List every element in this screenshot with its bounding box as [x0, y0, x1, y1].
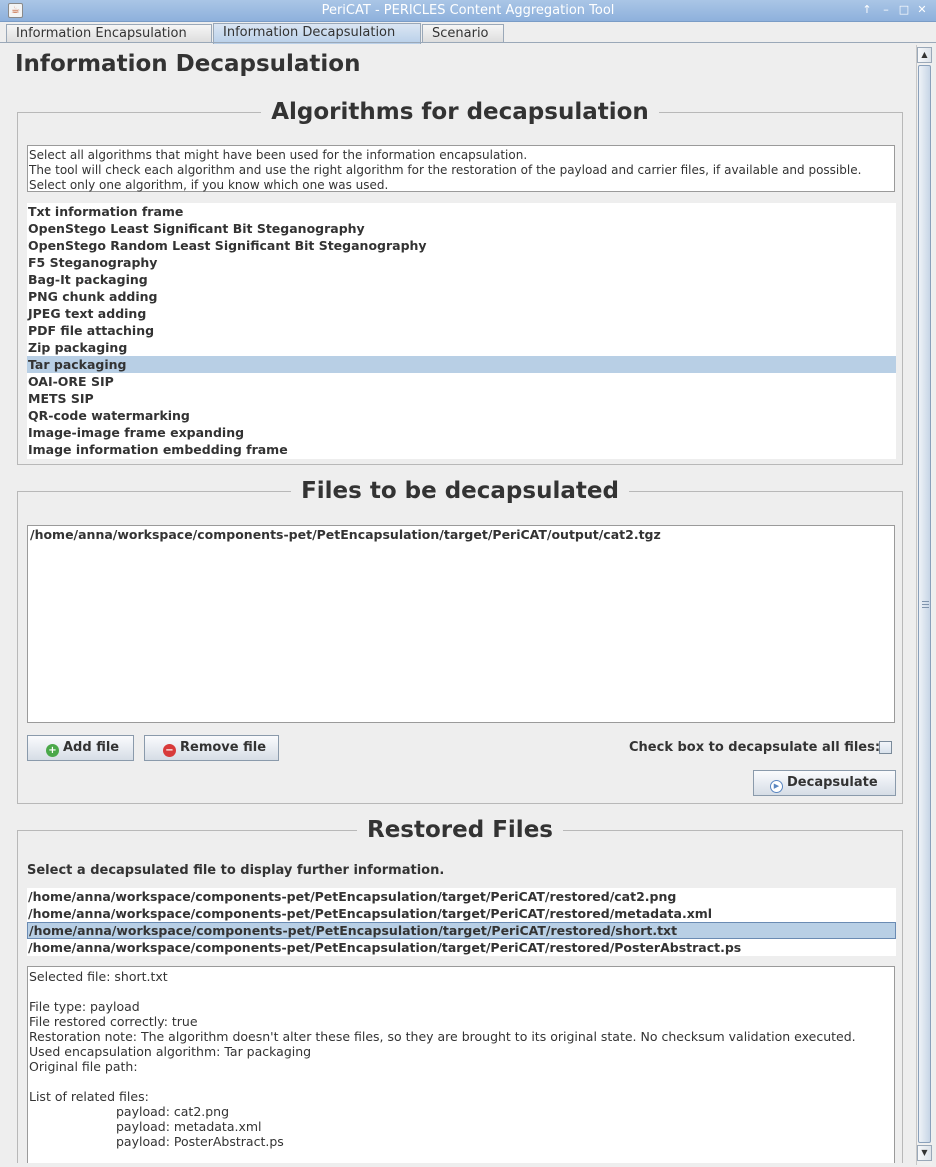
algorithm-item-mets[interactable]: METS SIP	[27, 390, 896, 407]
grip-line	[922, 604, 929, 605]
restored-file-item[interactable]: /home/anna/workspace/components-pet/PetE…	[27, 939, 896, 956]
restored-file-item-selected[interactable]: /home/anna/workspace/components-pet/PetE…	[27, 922, 896, 939]
detail-related-file: payload: metadata.xml	[116, 1119, 262, 1134]
algorithm-item-oai-ore[interactable]: OAI-ORE SIP	[27, 373, 896, 390]
instruction-line: Select all algorithms that might have be…	[29, 148, 528, 162]
detail-selected-file: Selected file: short.txt	[29, 969, 168, 984]
detail-file-type: File type: payload	[29, 999, 140, 1014]
algorithm-item-tar[interactable]: Tar packaging	[27, 356, 896, 373]
detail-related-file: payload: cat2.png	[116, 1104, 230, 1119]
algorithms-list[interactable]: Txt information frame OpenStego Least Si…	[27, 203, 896, 459]
add-file-label: Add file	[63, 740, 120, 755]
grip-line	[922, 601, 929, 602]
detail-restoration-note: Restoration note: The algorithm doesn't …	[29, 1029, 856, 1044]
detail-related-file: payload: PosterAbstract.ps	[116, 1134, 284, 1149]
decapsulate-button[interactable]: ▶ Decapsulate	[753, 770, 896, 796]
decapsulate-all-checkbox[interactable]	[879, 741, 892, 754]
maximize-icon[interactable]: □	[897, 3, 911, 17]
algorithm-item-openstego-lsb[interactable]: OpenStego Least Significant Bit Steganog…	[27, 220, 896, 237]
minus-circle-icon: −	[163, 744, 176, 757]
files-list[interactable]: /home/anna/workspace/components-pet/PetE…	[27, 525, 895, 723]
play-circle-icon: ▶	[770, 780, 783, 793]
algorithm-item-image-frame-expanding[interactable]: Image-image frame expanding	[27, 424, 896, 441]
tab-information-encapsulation[interactable]: Information Encapsulation	[6, 24, 212, 43]
restored-panel: Restored Files Select a decapsulated fil…	[17, 817, 903, 1163]
restored-title: Restored Files	[18, 817, 902, 843]
detail-algorithm: Used encapsulation algorithm: Tar packag…	[29, 1044, 312, 1059]
detail-original-path: Original file path:	[29, 1059, 138, 1074]
algorithms-panel: Algorithms for decapsulation Select all …	[17, 99, 903, 465]
plus-circle-icon: +	[46, 744, 59, 757]
window-titlebar[interactable]: ☕ PeriCAT - PERICLES Content Aggregation…	[0, 0, 936, 22]
detail-blank	[29, 1074, 893, 1089]
algorithm-item-zip[interactable]: Zip packaging	[27, 339, 896, 356]
add-file-button[interactable]: + Add file	[27, 735, 134, 761]
algorithm-item-png-chunk[interactable]: PNG chunk adding	[27, 288, 896, 305]
detail-related-header: List of related files:	[29, 1089, 149, 1104]
files-title: Files to be decapsulated	[18, 478, 902, 504]
algorithm-item-qr-watermark[interactable]: QR-code watermarking	[27, 407, 896, 424]
instruction-line: Select only one algorithm, if you know w…	[29, 178, 389, 192]
algorithm-item-jpeg-text[interactable]: JPEG text adding	[27, 305, 896, 322]
restored-files-list[interactable]: /home/anna/workspace/components-pet/PetE…	[27, 888, 896, 956]
files-panel: Files to be decapsulated /home/anna/work…	[17, 478, 903, 804]
minimize-icon[interactable]: –	[879, 3, 893, 17]
file-item[interactable]: /home/anna/workspace/components-pet/PetE…	[28, 526, 894, 543]
decapsulate-label: Decapsulate	[787, 775, 878, 790]
algorithms-instructions: Select all algorithms that might have be…	[27, 145, 895, 192]
detail-blank	[29, 984, 893, 999]
window-title: PeriCAT - PERICLES Content Aggregation T…	[321, 3, 615, 18]
close-icon[interactable]: ✕	[915, 3, 929, 17]
restored-instruction: Select a decapsulated file to display fu…	[27, 863, 445, 878]
tab-information-decapsulation[interactable]: Information Decapsulation	[213, 23, 421, 44]
remove-file-label: Remove file	[180, 740, 267, 755]
instruction-line: The tool will check each algorithm and u…	[29, 163, 862, 177]
tab-scenario[interactable]: Scenario	[422, 24, 504, 43]
remove-file-button[interactable]: − Remove file	[144, 735, 279, 761]
algorithm-item-openstego-random-lsb[interactable]: OpenStego Random Least Significant Bit S…	[27, 237, 896, 254]
algorithm-item-f5[interactable]: F5 Steganography	[27, 254, 896, 271]
decapsulate-all-label: Check box to decapsulate all files:	[629, 740, 881, 755]
algorithm-item-bagit[interactable]: Bag-It packaging	[27, 271, 896, 288]
algorithms-title: Algorithms for decapsulation	[18, 99, 902, 125]
algorithm-item-txt-frame[interactable]: Txt information frame	[27, 203, 896, 220]
shade-up-icon[interactable]: ↑	[860, 3, 874, 17]
detail-restored-correctly: File restored correctly: true	[29, 1014, 198, 1029]
restored-file-item[interactable]: /home/anna/workspace/components-pet/PetE…	[27, 905, 896, 922]
restored-file-item[interactable]: /home/anna/workspace/components-pet/PetE…	[27, 888, 896, 905]
algorithm-item-pdf-attach[interactable]: PDF file attaching	[27, 322, 896, 339]
scroll-thumb[interactable]	[918, 65, 931, 1143]
scroll-up-icon[interactable]: ▲	[917, 47, 932, 63]
scroll-down-icon[interactable]: ▼	[917, 1145, 932, 1161]
file-details: Selected file: short.txt File type: payl…	[27, 966, 895, 1163]
page-title: Information Decapsulation	[15, 51, 361, 77]
decapsulation-panel: Information Decapsulation Algorithms for…	[6, 43, 914, 1163]
grip-line	[922, 607, 929, 608]
algorithm-item-image-info-frame[interactable]: Image information embedding frame	[27, 441, 896, 458]
vertical-scrollbar[interactable]: ▲ ▼	[916, 45, 932, 1165]
